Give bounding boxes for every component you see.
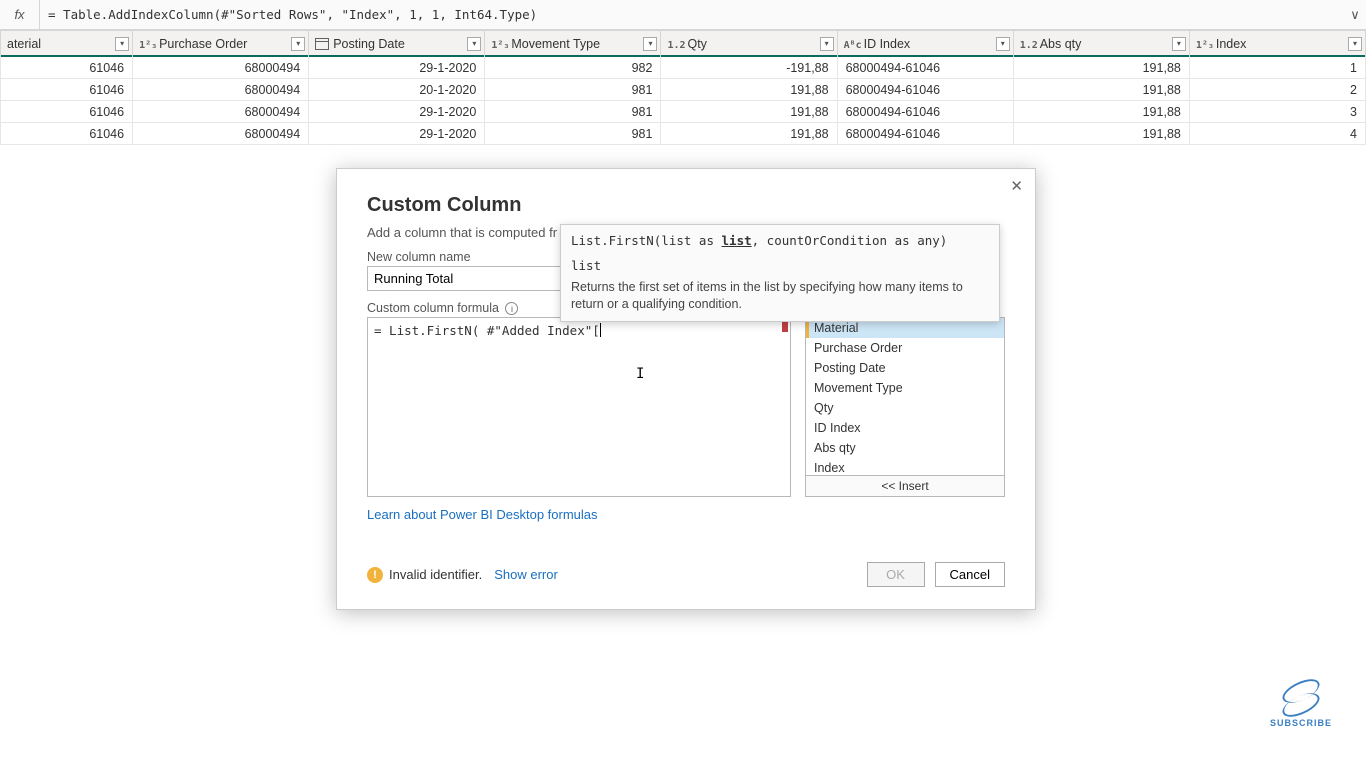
syntax-error-marker [782,320,788,332]
column-header-label: Purchase Order [159,37,247,51]
error-message: Invalid identifier. [389,567,482,582]
table-cell[interactable]: 191,88 [1013,123,1189,145]
table-cell[interactable]: 29-1-2020 [309,101,485,123]
table-cell[interactable]: 191,88 [1013,101,1189,123]
table-cell[interactable]: 61046 [1,57,133,79]
table-row[interactable]: 610466800049429-1-2020981191,8868000494-… [1,101,1366,123]
column-header[interactable]: aterial ▾ [1,31,133,57]
table-cell[interactable]: 68000494 [133,57,309,79]
type-icon: 1²₃ [491,40,511,51]
available-column-item[interactable]: Qty [806,398,1004,418]
type-icon: Aᴮc [844,40,864,51]
warning-icon: ! [367,567,383,583]
formula-expand-icon[interactable]: ∨ [1344,7,1366,23]
table-cell[interactable]: 68000494-61046 [837,101,1013,123]
table-cell[interactable]: 1 [1189,57,1365,79]
column-header[interactable]: 1²₃Purchase Order ▾ [133,31,309,57]
available-column-item[interactable]: Purchase Order [806,338,1004,358]
chevron-down-icon[interactable]: ▾ [291,37,305,51]
table-cell[interactable]: 61046 [1,79,133,101]
table-cell[interactable]: 68000494-61046 [837,57,1013,79]
insert-column-button[interactable]: << Insert [806,475,1004,496]
formula-bar: fx = Table.AddIndexColumn(#"Sorted Rows"… [0,0,1366,30]
fx-icon[interactable]: fx [0,0,40,29]
chevron-down-icon[interactable]: ▾ [820,37,834,51]
table-cell[interactable]: 982 [485,57,661,79]
formula-bar-text[interactable]: = Table.AddIndexColumn(#"Sorted Rows", "… [40,7,1344,22]
dna-icon [1281,682,1321,714]
table-cell[interactable]: 191,88 [661,101,837,123]
column-header[interactable]: AᴮcID Index ▾ [837,31,1013,57]
table-cell[interactable]: 20-1-2020 [309,79,485,101]
column-header-label: ID Index [864,37,911,51]
table-cell[interactable]: 29-1-2020 [309,57,485,79]
column-header-label: Abs qty [1040,37,1082,51]
type-icon: 1.2 [1020,40,1040,51]
chevron-down-icon[interactable]: ▾ [1348,37,1362,51]
chevron-down-icon[interactable]: ▾ [1172,37,1186,51]
type-icon: 1²₃ [1196,40,1216,51]
table-cell[interactable]: -191,88 [661,57,837,79]
table-cell[interactable]: 3 [1189,101,1365,123]
table-cell[interactable]: 29-1-2020 [309,123,485,145]
show-error-link[interactable]: Show error [494,567,558,582]
table-cell[interactable]: 61046 [1,101,133,123]
table-cell[interactable]: 4 [1189,123,1365,145]
text-cursor-icon: I [636,366,644,382]
column-header-label: Movement Type [511,37,600,51]
intellisense-signature: List.FirstN(list as list, countOrConditi… [571,233,989,248]
column-header[interactable]: 1.2Qty ▾ [661,31,837,57]
chevron-down-icon[interactable]: ▾ [996,37,1010,51]
table-cell[interactable]: 191,88 [1013,79,1189,101]
column-header[interactable]: 1²₃Movement Type ▾ [485,31,661,57]
table-row[interactable]: 610466800049429-1-2020982-191,8868000494… [1,57,1366,79]
table-cell[interactable]: 191,88 [661,79,837,101]
table-cell[interactable]: 981 [485,101,661,123]
type-icon: 1²₃ [139,40,159,51]
table-row[interactable]: 610466800049420-1-2020981191,8868000494-… [1,79,1366,101]
column-header-label: Index [1216,37,1247,51]
table-cell[interactable]: 68000494 [133,79,309,101]
learn-formulas-link[interactable]: Learn about Power BI Desktop formulas [367,507,598,522]
chevron-down-icon[interactable]: ▾ [467,37,481,51]
column-header-label: aterial [7,37,41,51]
available-column-item[interactable]: ID Index [806,418,1004,438]
intellisense-description: Returns the first set of items in the li… [571,279,989,313]
table-cell[interactable]: 68000494 [133,101,309,123]
subscribe-watermark: SUBSCRIBE [1270,682,1332,728]
table-cell[interactable]: 68000494 [133,123,309,145]
custom-formula-editor[interactable]: = List.FirstN( #"Added Index"[ I [367,317,791,497]
table-cell[interactable]: 61046 [1,123,133,145]
table-cell[interactable]: 191,88 [1013,57,1189,79]
data-grid[interactable]: aterial▾1²₃Purchase Order▾Posting Date▾1… [0,30,1366,145]
table-cell[interactable]: 981 [485,79,661,101]
ok-button[interactable]: OK [867,562,925,587]
intellisense-tooltip: List.FirstN(list as list, countOrConditi… [560,224,1000,322]
column-header[interactable]: 1²₃Index ▾ [1189,31,1365,57]
type-icon: 1.2 [667,40,687,51]
table-cell[interactable]: 68000494-61046 [837,123,1013,145]
available-column-item[interactable]: Posting Date [806,358,1004,378]
close-button[interactable]: ✕ [1010,177,1023,195]
available-column-item[interactable]: Movement Type [806,378,1004,398]
chevron-down-icon[interactable]: ▾ [115,37,129,51]
column-header[interactable]: Posting Date ▾ [309,31,485,57]
available-column-item[interactable]: Index [806,458,1004,475]
table-cell[interactable]: 981 [485,123,661,145]
column-header[interactable]: 1.2Abs qty ▾ [1013,31,1189,57]
column-header-label: Posting Date [333,37,405,51]
available-column-item[interactable]: Abs qty [806,438,1004,458]
available-columns-panel: MaterialPurchase OrderPosting DateMoveme… [805,317,1005,497]
table-cell[interactable]: 191,88 [661,123,837,145]
calendar-icon [315,38,329,50]
cancel-button[interactable]: Cancel [935,562,1005,587]
table-cell[interactable]: 2 [1189,79,1365,101]
column-header-label: Qty [687,37,706,51]
table-row[interactable]: 610466800049429-1-2020981191,8868000494-… [1,123,1366,145]
info-icon[interactable]: i [505,302,518,315]
chevron-down-icon[interactable]: ▾ [643,37,657,51]
dialog-title: Custom Column [367,194,1005,217]
intellisense-param: list [571,258,989,273]
table-cell[interactable]: 68000494-61046 [837,79,1013,101]
